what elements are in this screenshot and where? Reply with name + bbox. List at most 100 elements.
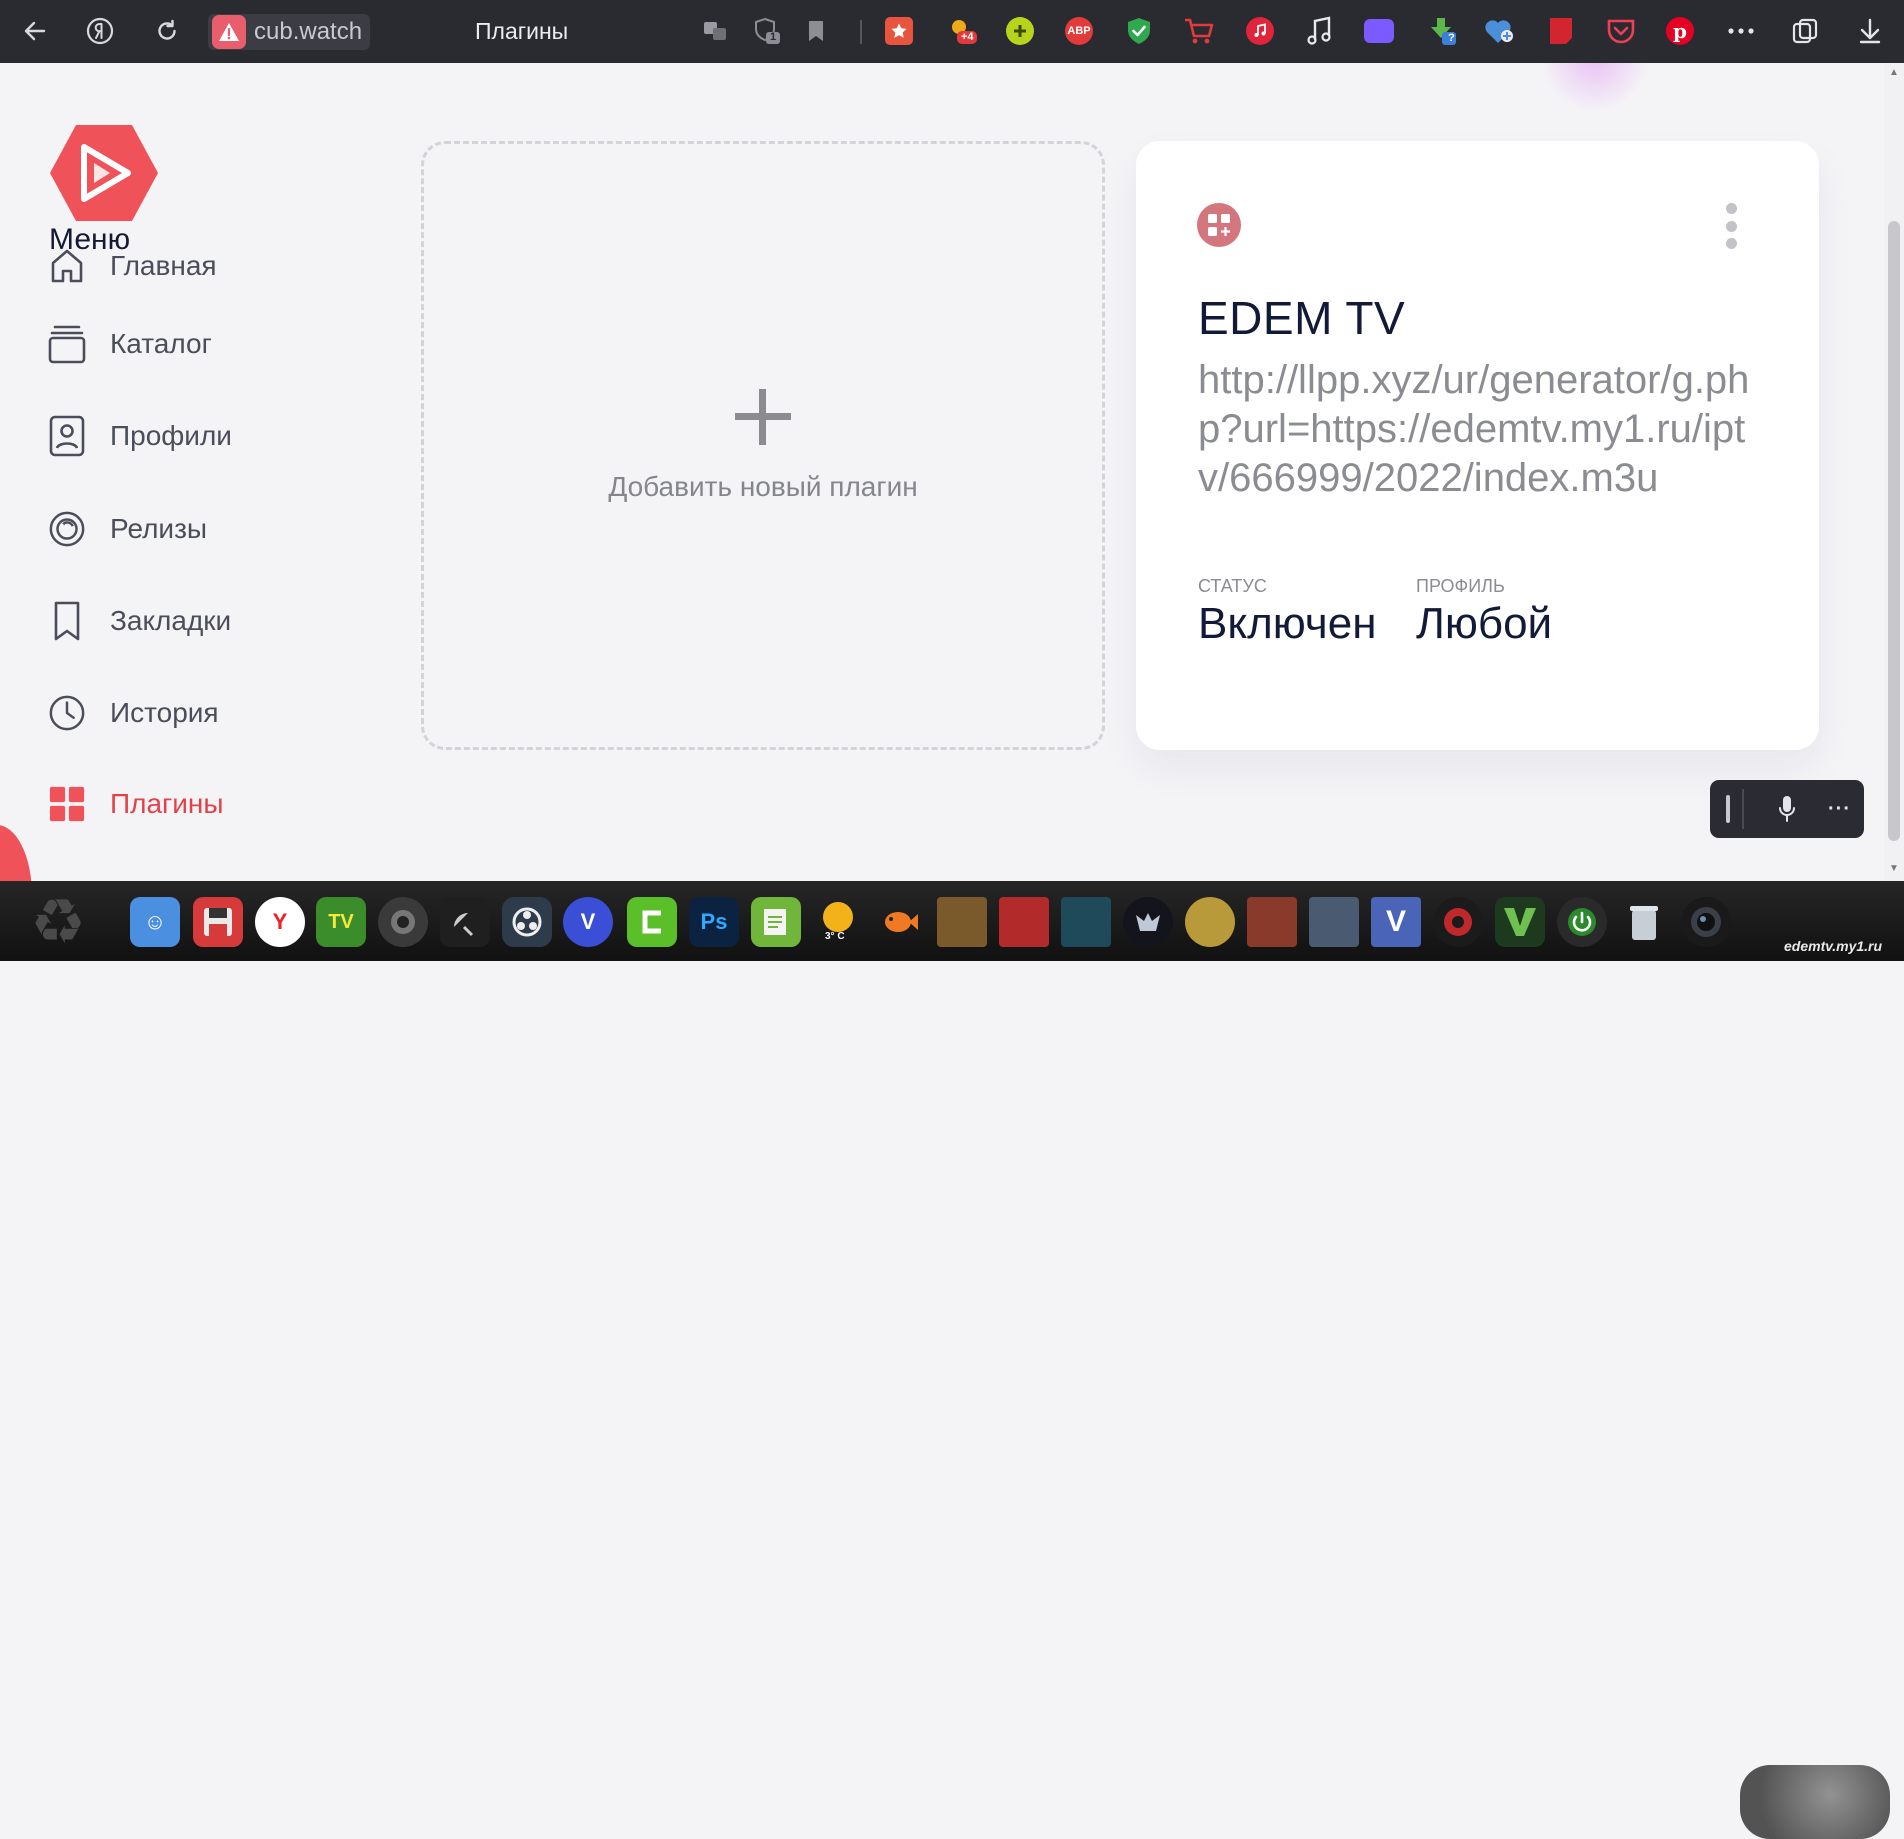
pinterest-icon[interactable]: p bbox=[1661, 12, 1699, 50]
home-icon bbox=[48, 245, 86, 287]
sidebar-item-label: Релизы bbox=[110, 513, 208, 544]
tab-title: Плагины bbox=[475, 18, 569, 44]
sidebar-item-bookmarks[interactable]: Закладки bbox=[48, 596, 231, 646]
red-game-icon[interactable] bbox=[999, 897, 1049, 947]
fantasy-game-icon[interactable] bbox=[1247, 897, 1297, 947]
weather-temp: 3° C bbox=[825, 931, 845, 942]
add-plugin-button[interactable]: Добавить новый плагин bbox=[421, 141, 1105, 750]
dark-mask-icon[interactable] bbox=[1123, 897, 1173, 947]
profile-icon bbox=[48, 415, 86, 457]
cart-icon[interactable] bbox=[1180, 12, 1218, 50]
star-extension-icon[interactable] bbox=[880, 12, 918, 50]
browser-toolbar: cub.watch Плагины 1 +4 ABP ? p bbox=[0, 0, 1904, 63]
shield-badge-icon[interactable]: 1 bbox=[748, 12, 786, 50]
sidebar-item-releases[interactable]: Релизы bbox=[48, 504, 207, 554]
weather-sun-icon[interactable]: 3° C bbox=[813, 897, 863, 947]
camera-icon[interactable] bbox=[1681, 897, 1731, 947]
music-red-icon[interactable] bbox=[1241, 12, 1279, 50]
satellite-icon[interactable] bbox=[440, 897, 490, 947]
gta-v-icon[interactable] bbox=[1495, 897, 1545, 947]
cyber-game-icon[interactable] bbox=[1061, 897, 1111, 947]
decorative-paw bbox=[1740, 1765, 1890, 1839]
yandex-logo-icon[interactable] bbox=[80, 11, 120, 51]
sidebar-item-label: Профили bbox=[110, 420, 232, 451]
floppy-save-icon[interactable] bbox=[193, 897, 243, 947]
heart-plus-icon[interactable] bbox=[1480, 12, 1518, 50]
speaker-icon[interactable] bbox=[378, 897, 428, 947]
collections-icon[interactable] bbox=[1786, 12, 1824, 50]
reload-icon[interactable] bbox=[147, 11, 187, 51]
recycle-icon: ♻ bbox=[30, 887, 86, 957]
camtasia-icon[interactable] bbox=[627, 897, 677, 947]
sidebar-item-label: Каталог bbox=[110, 328, 212, 359]
scroll-thumb[interactable] bbox=[1888, 221, 1900, 841]
sidebar-item-home[interactable]: Главная bbox=[48, 241, 217, 291]
profile-value: Любой bbox=[1416, 599, 1553, 648]
microphone-icon[interactable] bbox=[1776, 792, 1798, 826]
v-game-icon[interactable]: V bbox=[1371, 897, 1421, 947]
trash-icon[interactable] bbox=[1619, 897, 1669, 947]
notepad-icon[interactable] bbox=[751, 897, 801, 947]
history-icon bbox=[48, 692, 86, 734]
power-icon[interactable] bbox=[1557, 897, 1607, 947]
back-arrow-icon[interactable] bbox=[15, 11, 55, 51]
scroll-down-arrow-icon[interactable]: ▼ bbox=[1888, 863, 1900, 875]
toolbar-divider bbox=[860, 20, 862, 44]
plugin-menu-button[interactable] bbox=[1724, 203, 1738, 249]
plugins-icon bbox=[48, 783, 86, 825]
voice-assistant-widget[interactable]: ··· bbox=[1710, 780, 1864, 838]
goldfish-icon[interactable] bbox=[875, 897, 925, 947]
green-extension-icon[interactable] bbox=[1001, 12, 1039, 50]
vpn-v-label: V bbox=[580, 909, 596, 934]
releases-icon bbox=[48, 508, 86, 550]
sidebar-item-profiles[interactable]: Профили bbox=[48, 411, 232, 461]
vpn-v-icon[interactable]: V bbox=[563, 897, 613, 947]
download-helper-icon[interactable]: ? bbox=[1424, 12, 1462, 50]
download-helper-badge: ? bbox=[1448, 32, 1455, 44]
warning-icon[interactable] bbox=[212, 15, 246, 49]
sidebar-item-plugins[interactable]: Плагины bbox=[48, 779, 223, 829]
decorative-glow bbox=[1540, 63, 1650, 113]
music-note-icon[interactable] bbox=[1301, 12, 1339, 50]
pocket-icon[interactable] bbox=[1602, 12, 1640, 50]
more-extensions-icon[interactable] bbox=[1722, 12, 1760, 50]
obs-icon[interactable] bbox=[502, 897, 552, 947]
photoshop-label: Ps bbox=[700, 909, 728, 934]
add-plugin-label: Добавить новый плагин bbox=[608, 470, 918, 502]
plugin-profile: Профиль Любой bbox=[1416, 576, 1552, 649]
halo-game-icon[interactable] bbox=[1309, 897, 1359, 947]
plugin-grid-plus-icon bbox=[1197, 203, 1241, 247]
scroll-up-arrow-icon[interactable]: ▲ bbox=[1888, 67, 1900, 79]
plugin-card[interactable]: EDEM TV http://llpp.xyz/ur/generator/g.p… bbox=[1136, 141, 1819, 750]
status-label: Статус bbox=[1198, 576, 1267, 596]
address-bar[interactable]: cub.watch bbox=[208, 14, 371, 50]
drag-handle[interactable] bbox=[1726, 795, 1730, 823]
finder-icon[interactable]: ☺ bbox=[130, 897, 180, 947]
adblock-plus-icon[interactable]: ABP bbox=[1060, 12, 1098, 50]
weather-icon[interactable]: +4 bbox=[944, 12, 982, 50]
bookmark-toolbar-icon[interactable] bbox=[797, 12, 835, 50]
shield-check-icon[interactable] bbox=[1120, 12, 1158, 50]
page-scrollbar[interactable]: ▲ ▼ bbox=[1884, 63, 1904, 881]
photoshop-icon[interactable]: Ps bbox=[689, 897, 739, 947]
gears-icon[interactable] bbox=[1433, 897, 1483, 947]
purple-extension-icon[interactable] bbox=[1360, 12, 1398, 50]
sidebar-item-label: Закладки bbox=[110, 605, 232, 636]
bookmark-icon bbox=[48, 600, 86, 642]
download-icon[interactable] bbox=[1851, 12, 1889, 50]
sidebar-item-catalog[interactable]: Каталог bbox=[48, 319, 212, 369]
weather-badge: +4 bbox=[961, 31, 974, 43]
cub-logo-icon[interactable] bbox=[48, 123, 160, 228]
mortal-kombat-game-icon[interactable] bbox=[937, 897, 987, 947]
catalog-icon bbox=[48, 323, 86, 365]
tv-app-icon[interactable]: TV bbox=[316, 897, 366, 947]
soldier-game-icon[interactable] bbox=[1185, 897, 1235, 947]
widget-more-icon[interactable]: ··· bbox=[1828, 798, 1851, 821]
red-note-icon[interactable] bbox=[1542, 12, 1580, 50]
shield-badge-count: 1 bbox=[770, 31, 777, 43]
sidebar-item-history[interactable]: История bbox=[48, 688, 219, 738]
os-dock: ♻ ☺ Y TV V Ps 3° C V bbox=[0, 881, 1904, 1839]
yandex-browser-icon[interactable]: Y bbox=[255, 897, 305, 947]
plugin-status: Статус Включен bbox=[1198, 576, 1377, 649]
translate-icon[interactable] bbox=[696, 12, 734, 50]
